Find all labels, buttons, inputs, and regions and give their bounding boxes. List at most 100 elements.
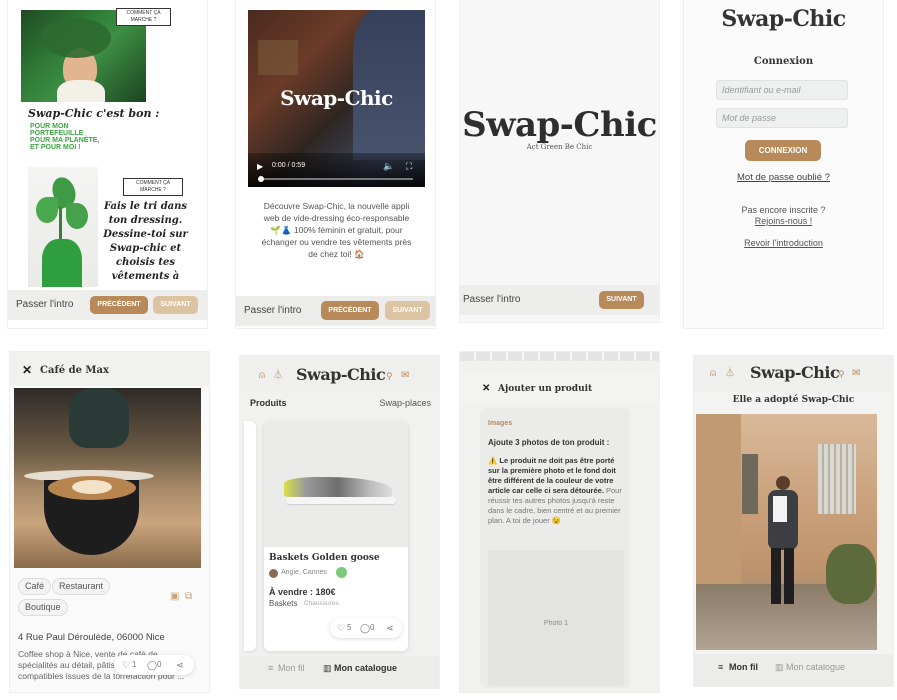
share-icon[interactable]: ⋖ <box>176 660 184 671</box>
not-registered-text: Pas encore inscrite ? <box>741 205 826 215</box>
join-link[interactable]: Rejoins-nous ! <box>684 216 883 226</box>
product-name: Baskets Golden goose <box>269 553 380 563</box>
place-tag: Boutique <box>18 599 68 616</box>
catalogue-icon[interactable]: ▥ <box>323 663 332 673</box>
next-button[interactable]: SUIVANT <box>599 291 644 309</box>
modal-title: Ajouter un produit <box>498 384 593 394</box>
place-tag: Café <box>18 578 52 595</box>
catalogue-icon[interactable]: ▥ <box>775 662 784 672</box>
product-category: Baskets <box>269 599 298 608</box>
screen-swap-place: ✕ Café de Max Café Restaurant Boutique ▣… <box>10 352 209 692</box>
fullscreen-icon[interactable]: ⛶ <box>406 161 412 171</box>
place-title: Café de Max <box>40 365 109 376</box>
nav-my-catalogue[interactable]: Mon catalogue <box>334 663 397 673</box>
swap-badge-icon <box>336 567 347 578</box>
video-progress-track[interactable] <box>258 176 413 182</box>
login-button[interactable]: CONNEXION <box>745 140 821 161</box>
next-button[interactable]: SUIVANT <box>385 301 430 320</box>
tab-swap-places[interactable]: Swap-places <box>379 398 431 408</box>
screen-feed: ⍝ ⏃ Swap-Chic ⚲ ✉ Elle a adopté Swap-Chi… <box>694 356 893 686</box>
comment-icon[interactable]: ◯ <box>147 660 157 671</box>
skip-intro-link[interactable]: Passer l'intro <box>16 299 74 310</box>
place-tag: Restaurant <box>52 578 111 595</box>
how-it-works-badge: COMMENT ÇA MARCHE ? <box>116 8 171 26</box>
volume-icon[interactable]: 🔈 <box>383 161 394 171</box>
likes-count: 5 <box>347 623 352 632</box>
hand-line: Dessine-toi sur <box>103 229 188 240</box>
green-line: POUR MON <box>30 123 69 130</box>
screen-login: Swap-Chic Connexion Identifiant ou e-mai… <box>684 0 883 328</box>
video-player[interactable]: Swap-Chic ▶ 0:00 / 0:59 🔈 ⛶ <box>248 10 425 187</box>
close-icon[interactable]: ✕ <box>22 364 32 376</box>
screen-add-product: ✕ Ajouter un produit Images Ajoute 3 pho… <box>460 352 659 692</box>
photo-slot-label: Photo 1 <box>543 620 569 627</box>
skip-intro-link[interactable]: Passer l'intro <box>463 294 521 305</box>
user-icon[interactable]: ⍝ <box>259 371 265 381</box>
top-strip <box>460 352 659 361</box>
photo-instructions: ⚠️ Le produit ne doit pas être porté sur… <box>488 456 624 526</box>
hanger-icon[interactable]: ⏃ <box>725 369 735 379</box>
previous-button[interactable]: PRÉCÉDENT <box>321 301 379 320</box>
forgot-password-link[interactable]: Mot de passe oublié ? <box>684 172 883 183</box>
copy-icon[interactable]: ⧉ <box>185 592 192 602</box>
play-icon[interactable]: ▶ <box>257 162 263 172</box>
feed-icon[interactable]: ≡ <box>268 663 273 673</box>
instructions-warning: ⚠️ Le produit ne doit pas être porté sur… <box>488 456 616 495</box>
intro-green-lines: POUR MON PORTEFEUILLE POUR MA PLANÈTE, E… <box>30 123 99 151</box>
place-address: 4 Rue Paul Déroulède, 06000 Nice <box>18 632 165 643</box>
post-title: Elle a adopté Swap-Chic <box>732 395 855 405</box>
previous-button[interactable]: PRÉCÉDENT <box>90 296 148 314</box>
photo-upload-slot[interactable]: Photo 1 <box>488 550 624 686</box>
feed-icon[interactable]: ≡ <box>718 662 723 672</box>
close-icon[interactable]: ✕ <box>482 384 490 394</box>
gallery-icon[interactable]: ▣ <box>170 592 179 602</box>
nav-my-feed[interactable]: Mon fil <box>729 662 758 672</box>
comment-icon[interactable]: ◯ <box>360 623 370 634</box>
intro-photo-hand-plant <box>28 167 98 287</box>
tab-products[interactable]: Produits <box>250 398 287 408</box>
product-photo-sneaker <box>264 421 408 547</box>
product-price: À vendre : 180€ <box>269 587 336 597</box>
nav-my-catalogue[interactable]: Mon catalogue <box>786 662 845 672</box>
hand-line: choisis tes <box>116 257 175 268</box>
mail-icon[interactable]: ✉ <box>852 369 860 379</box>
replay-intro-link[interactable]: Revoir l'introduction <box>684 238 883 248</box>
post-photo-street <box>696 414 877 650</box>
seller-name: Angie, Cannes <box>281 569 327 576</box>
splash-tagline: Act Green Be Chic <box>526 143 593 151</box>
green-line: POUR MA PLANÈTE, <box>30 137 100 144</box>
heart-icon[interactable]: ♡ <box>122 660 130 671</box>
prev-card-edge <box>244 421 256 651</box>
how-it-works-badge-2: COMMENT ÇA MARCHE ? <box>123 178 183 196</box>
share-icon[interactable]: ⋖ <box>386 623 394 634</box>
hand-line: ton dressing. <box>108 215 183 226</box>
login-field[interactable]: Identifiant ou e-mail <box>716 80 848 100</box>
place-actions-pill: ♡ 1 ◯ 0 ⋖ <box>114 655 194 675</box>
hand-line: Fais le tri dans <box>103 201 188 212</box>
screen-intro-video: Swap-Chic ▶ 0:00 / 0:59 🔈 ⛶ Découvre Swa… <box>236 0 435 328</box>
place-photo-coffee <box>14 388 201 568</box>
product-actions-pill: ♡ 5 ◯ 0 ⋖ <box>330 618 402 638</box>
photos-heading: Ajoute 3 photos de ton produit : <box>488 438 610 447</box>
seller-avatar <box>269 569 278 578</box>
hanger-icon[interactable]: ⏃ <box>273 371 283 381</box>
heart-icon[interactable]: ♡ <box>337 623 345 634</box>
mail-icon[interactable]: ✉ <box>401 371 409 381</box>
splash-logo: Swap-Chic <box>462 105 657 145</box>
header-logo: Swap-Chic <box>750 363 840 382</box>
comments-count: 0 <box>370 623 375 632</box>
intro-handwritten-text: Fais le tri dans ton dressing. Dessine-t… <box>98 200 193 284</box>
next-button[interactable]: SUIVANT <box>153 296 198 314</box>
nav-my-feed[interactable]: Mon fil <box>278 663 305 673</box>
screen-intro-1: COMMENT ÇA MARCHE ? Swap-Chic c'est bon … <box>8 0 207 328</box>
user-icon[interactable]: ⍝ <box>710 369 716 379</box>
password-field[interactable]: Mot de passe <box>716 108 848 128</box>
search-icon[interactable]: ⚲ <box>838 369 845 379</box>
video-time: 0:00 / 0:59 <box>272 162 306 169</box>
product-card[interactable]: Baskets Golden goose Angie, Cannes À ven… <box>264 421 408 651</box>
video-progress-handle[interactable] <box>258 176 264 182</box>
skip-intro-link[interactable]: Passer l'intro <box>244 305 302 316</box>
screen-catalogue: ⍝ ⏃ Swap-Chic ⚲ ✉ Produits Swap-places B… <box>240 356 439 688</box>
search-icon[interactable]: ⚲ <box>386 371 393 381</box>
screen-splash: Swap-Chic Act Green Be Chic Passer l'int… <box>460 0 659 322</box>
